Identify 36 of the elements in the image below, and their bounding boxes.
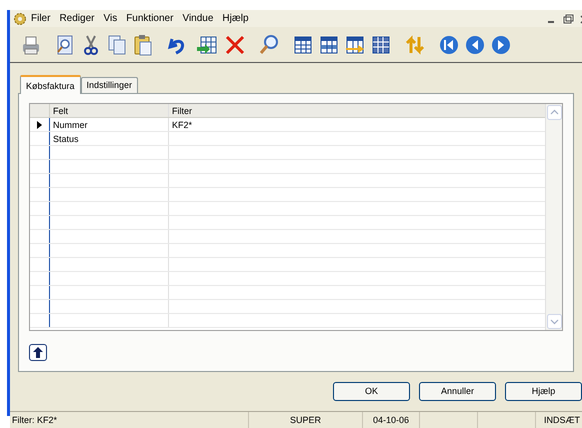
status-text: SUPER bbox=[290, 415, 321, 425]
column-header[interactable]: Filter bbox=[172, 106, 192, 116]
move-up-button[interactable] bbox=[29, 344, 47, 361]
current-row-icon bbox=[37, 120, 42, 128]
clipboard-icon[interactable] bbox=[132, 34, 154, 56]
table-cell: Status bbox=[53, 134, 79, 144]
next-icon[interactable] bbox=[490, 34, 512, 56]
dialog-button[interactable]: Annuller bbox=[419, 382, 496, 401]
dialog-button[interactable]: Hjælp bbox=[505, 382, 582, 401]
restore-icon[interactable] bbox=[561, 12, 575, 26]
up-arrow-icon bbox=[33, 347, 43, 358]
menu-item[interactable]: Vindue bbox=[182, 11, 214, 26]
menu-item[interactable]: Rediger bbox=[59, 11, 94, 26]
table-icon[interactable] bbox=[292, 34, 314, 56]
tab[interactable]: Købsfaktura bbox=[20, 75, 81, 94]
status-text: INDSÆT bbox=[544, 415, 580, 425]
search-icon[interactable] bbox=[258, 34, 280, 56]
first-icon[interactable] bbox=[438, 34, 460, 56]
menu-item[interactable]: Funktioner bbox=[126, 11, 174, 26]
column-header[interactable]: Felt bbox=[53, 106, 68, 116]
status-text: 04-10-06 bbox=[372, 415, 410, 425]
menu-item[interactable]: Hjælp bbox=[222, 11, 249, 26]
table-cell: KF2* bbox=[172, 120, 192, 130]
table-icon[interactable] bbox=[318, 34, 340, 56]
table-cell: Nummer bbox=[53, 120, 88, 130]
printer-icon[interactable] bbox=[20, 34, 42, 56]
gear-icon[interactable] bbox=[13, 12, 27, 26]
menu-item[interactable]: Filer bbox=[31, 11, 50, 26]
status-text: Filter: KF2* bbox=[12, 415, 58, 425]
previous-icon[interactable] bbox=[464, 34, 486, 56]
table-icon[interactable] bbox=[370, 34, 392, 56]
delete-icon[interactable] bbox=[224, 34, 246, 56]
tab[interactable]: Indstillinger bbox=[80, 77, 138, 93]
dialog-button[interactable]: OK bbox=[333, 382, 410, 401]
import-table-icon[interactable] bbox=[196, 34, 218, 56]
menu-item[interactable]: Vis bbox=[103, 11, 118, 26]
